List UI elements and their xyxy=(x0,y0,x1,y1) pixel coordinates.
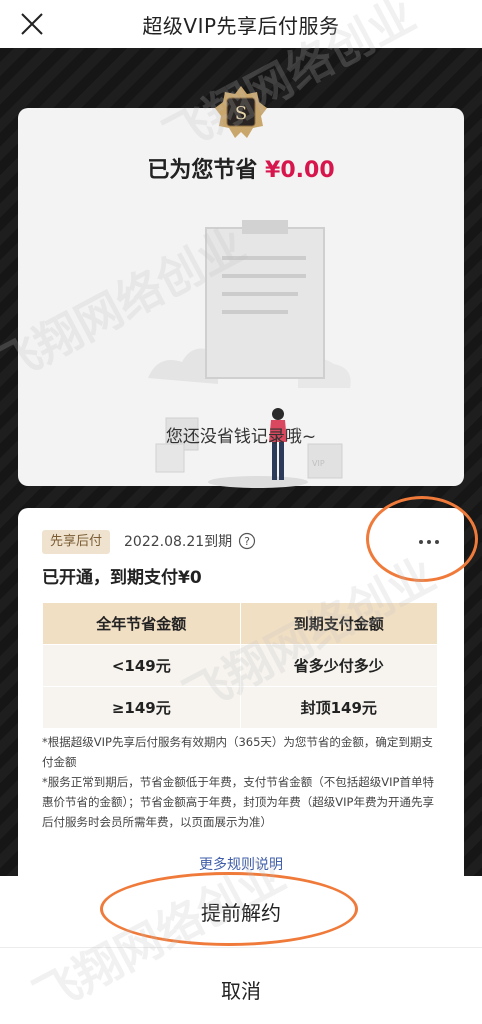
service-notes: *根据超级VIP先享后付服务有效期内（365天）为您节省的金额，确定到期支付金额… xyxy=(42,732,442,832)
help-icon[interactable]: ? xyxy=(238,532,256,550)
payment-table: 全年节省金额 到期支付金额 <149元 省多少付多少 ≥149元 封顶149元 xyxy=(42,602,439,729)
close-icon[interactable] xyxy=(18,10,46,38)
status-text: 已开通，到期支付¥0 xyxy=(42,568,202,588)
savings-card: 已为您节省 ¥0.00 VIP VIP 您还没省钱记录哦~ xyxy=(18,108,464,488)
annotation-circle-terminate xyxy=(100,872,358,946)
note-line: *服务正常到期后，节省金额低于年费，支付节省金额（不包括超级VIP首单特惠价节省… xyxy=(42,775,434,829)
table-cell: ≥149元 xyxy=(42,686,241,729)
table-header: 到期支付金额 xyxy=(239,602,439,645)
note-line: *根据超级VIP先享后付服务有效期内（365天）为您节省的金额，确定到期支付金额 xyxy=(42,735,433,769)
table-cell: 省多少付多少 xyxy=(239,644,439,687)
cancel-button[interactable]: 取消 xyxy=(0,954,482,1024)
due-date: 2022.08.21到期 xyxy=(124,534,233,550)
table-row: <149元 省多少付多少 xyxy=(42,644,439,687)
svg-text:?: ? xyxy=(244,535,250,548)
service-tag: 先享后付 xyxy=(42,530,111,554)
s-badge-icon: S xyxy=(215,86,267,138)
top-bar: 超级VIP先享后付服务 xyxy=(0,0,482,48)
svg-text:VIP: VIP xyxy=(312,459,325,468)
table-cell: <149元 xyxy=(42,644,241,687)
svg-text:S: S xyxy=(235,103,247,124)
table-header-row: 全年节省金额 到期支付金额 xyxy=(42,602,439,645)
table-header: 全年节省金额 xyxy=(42,602,241,645)
annotation-circle-more xyxy=(366,496,478,582)
table-cell: 封顶149元 xyxy=(239,686,439,729)
savings-label: 已为您节省 xyxy=(147,158,258,183)
more-rules-link[interactable]: 更多规则说明 xyxy=(18,854,464,874)
empty-record-text: 您还没省钱记录哦~ xyxy=(165,427,317,447)
savings-summary: 已为您节省 ¥0.00 xyxy=(18,152,464,184)
empty-record-illustration: VIP VIP xyxy=(148,220,351,488)
savings-amount: ¥0.00 xyxy=(265,158,335,183)
page-title: 超级VIP先享后付服务 xyxy=(142,13,340,38)
table-row: ≥149元 封顶149元 xyxy=(42,686,439,729)
